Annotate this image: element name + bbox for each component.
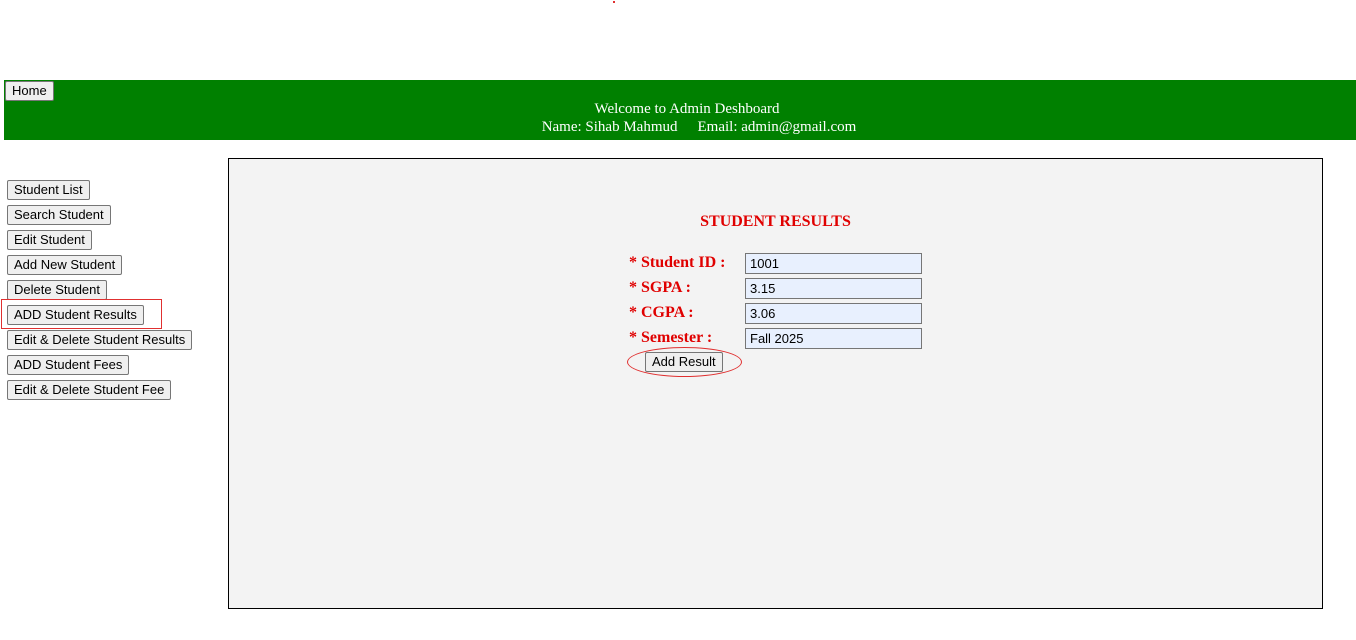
results-panel: STUDENT RESULTS * Student ID : * SGPA : … [228,158,1323,609]
welcome-title: Welcome to Admin Deshboard [594,101,780,117]
stray-mark [613,1,615,3]
sidebar-nav: Student List Search Student Edit Student… [7,180,193,405]
selection-highlight [1,299,162,329]
sgpa-label: * SGPA : [629,279,691,296]
student-list-button[interactable]: Student List [7,180,90,200]
edit-delete-student-fee-button[interactable]: Edit & Delete Student Fee [7,380,172,400]
user-info: Name: Sihab Mahmud Email: admin@gmail.com [4,118,1356,136]
student-id-input[interactable] [745,253,922,274]
home-button[interactable]: Home [5,81,54,101]
add-new-student-button[interactable]: Add New Student [7,255,123,275]
cgpa-input[interactable] [745,303,922,324]
cgpa-label: * CGPA : [629,304,694,321]
add-student-fees-button[interactable]: ADD Student Fees [7,355,130,375]
admin-header: Welcome to Admin Deshboard Name: Sihab M… [4,80,1356,140]
search-student-button[interactable]: Search Student [7,205,111,225]
student-id-label: * Student ID : [629,254,726,271]
sgpa-input[interactable] [745,278,922,299]
semester-label: * Semester : [629,329,713,346]
user-name: Name: Sihab Mahmud [541,119,678,135]
user-email: Email: admin@gmail.com [697,119,857,135]
add-result-button[interactable]: Add Result [645,352,723,372]
edit-student-button[interactable]: Edit Student [7,230,92,250]
delete-student-button[interactable]: Delete Student [7,280,108,300]
edit-delete-student-results-button[interactable]: Edit & Delete Student Results [7,330,193,350]
panel-title: STUDENT RESULTS [700,213,851,230]
semester-input[interactable] [745,328,922,349]
